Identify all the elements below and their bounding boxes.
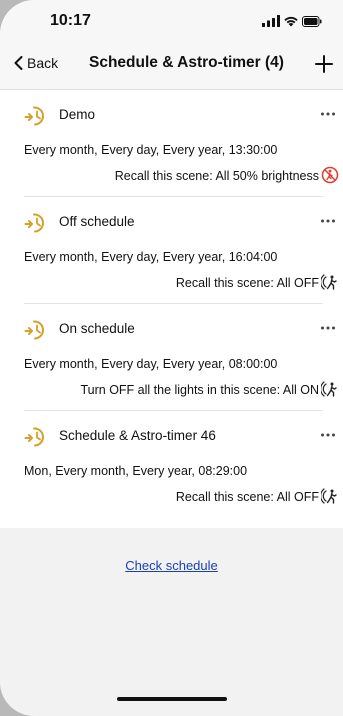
schedule-item[interactable]: Off schedule Every month, Every day, Eve… [0, 197, 343, 304]
schedule-name: Off schedule [59, 214, 135, 229]
schedule-list: Demo Every month, Every day, Every year,… [0, 90, 343, 528]
astro-clock-icon [24, 106, 44, 126]
schedule-item[interactable]: Schedule & Astro-timer 46 Mon, Every mon… [0, 411, 343, 528]
check-schedule-link[interactable]: Check schedule [0, 558, 343, 573]
schedule-frequency: Every month, Every day, Every year, 08:0… [24, 357, 278, 371]
astro-clock-icon [24, 213, 44, 233]
astro-clock-icon [24, 427, 44, 447]
schedule-name: Demo [59, 107, 96, 122]
nav-bar: Back Schedule & Astro-timer (4) [0, 40, 343, 90]
battery-icon [302, 16, 322, 27]
page-title: Schedule & Astro-timer (4) [89, 54, 284, 71]
more-options-icon[interactable] [320, 321, 336, 335]
status-time: 10:17 [50, 12, 91, 29]
more-options-icon[interactable] [320, 428, 336, 442]
presence-icon [321, 488, 337, 504]
back-label: Back [27, 55, 59, 71]
plus-icon[interactable] [314, 54, 334, 74]
schedule-action: Recall this scene: All OFF [175, 490, 319, 504]
presence-disabled-icon [321, 166, 339, 184]
wifi-icon [284, 16, 298, 27]
presence-icon [321, 381, 337, 397]
status-icons [262, 15, 322, 27]
schedule-action: Turn OFF all the lights in this scene: A… [80, 383, 319, 397]
presence-icon [321, 274, 337, 290]
schedule-item[interactable]: Demo Every month, Every day, Every year,… [0, 90, 343, 197]
chevron-left-icon [14, 56, 23, 70]
home-indicator [117, 697, 227, 701]
more-options-icon[interactable] [320, 107, 336, 121]
schedule-frequency: Every month, Every day, Every year, 16:0… [24, 250, 278, 264]
status-bar: 10:17 [0, 0, 343, 40]
schedule-frequency: Mon, Every month, Every year, 08:29:00 [24, 464, 248, 478]
schedule-name: Schedule & Astro-timer 46 [59, 428, 216, 443]
app-screen: 10:17 Back Schedule & Astro-timer (4) De… [0, 0, 343, 716]
schedule-action: Recall this scene: All 50% brightness [114, 169, 319, 183]
schedule-item[interactable]: On schedule Every month, Every day, Ever… [0, 304, 343, 411]
schedule-action: Recall this scene: All OFF [175, 276, 319, 290]
more-options-icon[interactable] [320, 214, 336, 228]
signal-icon [262, 15, 280, 27]
schedule-frequency: Every month, Every day, Every year, 13:3… [24, 143, 278, 157]
astro-clock-icon [24, 320, 44, 340]
schedule-name: On schedule [59, 321, 135, 336]
back-button[interactable]: Back [14, 55, 58, 71]
